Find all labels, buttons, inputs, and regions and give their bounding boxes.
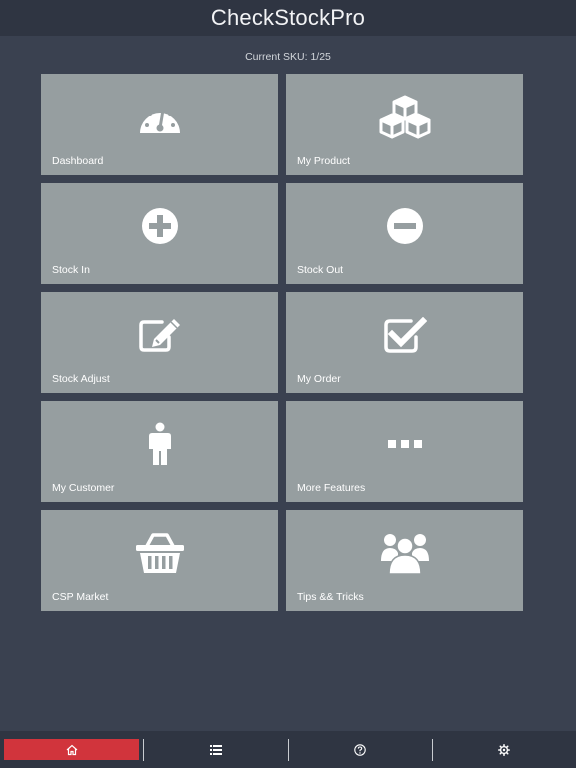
- tile-label: Tips && Tricks: [297, 591, 364, 603]
- tab-settings[interactable]: [433, 731, 576, 768]
- tile-label: My Product: [297, 155, 351, 167]
- tab-list[interactable]: [144, 731, 287, 768]
- tile-label: Stock In: [52, 264, 90, 276]
- tile-my-order[interactable]: My Order: [286, 292, 523, 393]
- basket-icon: [41, 528, 278, 578]
- tab-help[interactable]: [289, 731, 432, 768]
- bottom-tab-bar: [0, 731, 576, 768]
- tile-label: Stock Adjust: [52, 373, 110, 385]
- plus-circle-icon: [41, 201, 278, 251]
- tile-dashboard[interactable]: Dashboard: [41, 74, 278, 175]
- home-icon: [66, 744, 78, 755]
- ellipsis-icon: [286, 419, 523, 469]
- tile-label: CSP Market: [52, 591, 109, 603]
- tile-label: Stock Out: [297, 264, 344, 276]
- minus-circle-icon: [286, 201, 523, 251]
- tile-label: More Features: [297, 482, 366, 494]
- tile-stock-out[interactable]: Stock Out: [286, 183, 523, 284]
- current-sku-status: Current SKU: 1/25: [245, 51, 331, 63]
- header-bar: CheckStockPro: [0, 0, 576, 36]
- help-icon: [354, 743, 366, 756]
- tile-more-features[interactable]: More Features: [286, 401, 523, 502]
- edit-icon: [41, 310, 278, 360]
- tile-tips-tricks[interactable]: Tips && Tricks: [286, 510, 523, 611]
- tile-label: Dashboard: [52, 155, 104, 167]
- boxes-icon: [286, 92, 523, 142]
- tile-label: My Customer: [52, 482, 115, 494]
- tile-my-product[interactable]: My Product: [286, 74, 523, 175]
- gear-icon: [498, 743, 511, 756]
- list-icon: [209, 744, 222, 755]
- group-icon: [286, 528, 523, 578]
- tile-my-customer[interactable]: My Customer: [41, 401, 278, 502]
- dashboard-gauge-icon: [41, 92, 278, 142]
- tile-label: My Order: [297, 373, 341, 385]
- tile-stock-in[interactable]: Stock In: [41, 183, 278, 284]
- person-icon: [41, 419, 278, 469]
- tab-home[interactable]: [0, 731, 143, 768]
- tile-stock-adjust[interactable]: Stock Adjust: [41, 292, 278, 393]
- tile-csp-market[interactable]: CSP Market: [41, 510, 278, 611]
- checkbox-icon: [286, 310, 523, 360]
- app-title: CheckStockPro: [210, 5, 366, 30]
